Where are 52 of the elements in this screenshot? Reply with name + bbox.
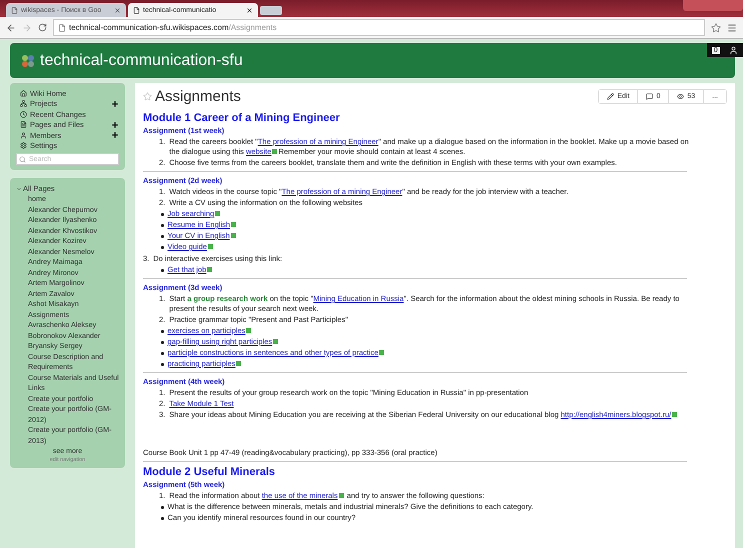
pencil-icon <box>607 93 614 100</box>
bullet-icon <box>161 363 164 366</box>
external-link-icon <box>379 350 384 355</box>
external-link-icon <box>230 233 236 238</box>
bullet-icon <box>161 269 164 272</box>
settings-icon <box>20 142 27 150</box>
reload-icon[interactable] <box>38 23 47 32</box>
bullet-icon <box>161 224 164 226</box>
bullet-icon <box>161 517 164 520</box>
eye-icon <box>677 93 684 100</box>
bookmark-star-icon[interactable] <box>711 22 721 32</box>
bullet-icon <box>161 352 164 354</box>
page-icon <box>11 6 18 14</box>
user-icon <box>20 132 27 139</box>
speech-bubble-icon <box>646 93 654 100</box>
external-link-icon <box>246 328 252 333</box>
plus-icon[interactable] <box>111 100 119 108</box>
bullet-icon <box>161 330 164 332</box>
page-title: Assignments <box>155 88 242 105</box>
external-link-icon <box>338 493 344 498</box>
bullet-icon <box>161 213 164 216</box>
document-icon <box>20 121 27 128</box>
plus-icon[interactable] <box>111 120 119 129</box>
back-icon[interactable] <box>6 22 16 32</box>
clock-icon <box>20 110 27 118</box>
module-heading: Module 1 Career of a Mining Engineer <box>143 111 341 125</box>
close-icon[interactable] <box>246 6 253 14</box>
module-heading: Module 2 Useful Minerals <box>143 465 276 479</box>
external-link-icon <box>273 339 278 344</box>
external-link-icon <box>208 244 213 249</box>
bullet-icon <box>161 506 164 508</box>
external-link-icon <box>272 149 278 154</box>
star-icon[interactable] <box>143 92 152 101</box>
home-icon <box>20 90 27 97</box>
bullet-icon <box>161 246 164 248</box>
external-link-icon <box>207 267 212 272</box>
caret-icon <box>16 186 22 192</box>
bullet-icon <box>161 235 164 238</box>
external-link-icon <box>215 211 220 216</box>
external-link-icon <box>672 412 678 417</box>
site-title[interactable]: technical-communication-sfu <box>40 52 243 70</box>
plus-icon[interactable] <box>111 131 119 140</box>
external-link-icon <box>236 361 242 366</box>
external-link-icon <box>231 222 236 227</box>
user-icon[interactable] <box>729 46 738 54</box>
address-field[interactable]: technical-communication-sfu.wikispaces.com/Assignments <box>53 19 705 36</box>
hierarchy-icon <box>20 100 27 108</box>
pinwheel-logo <box>20 52 36 68</box>
page-icon <box>133 6 140 14</box>
bullet-icon <box>161 341 164 344</box>
menu-icon[interactable] <box>727 22 737 32</box>
page-icon <box>58 24 66 32</box>
